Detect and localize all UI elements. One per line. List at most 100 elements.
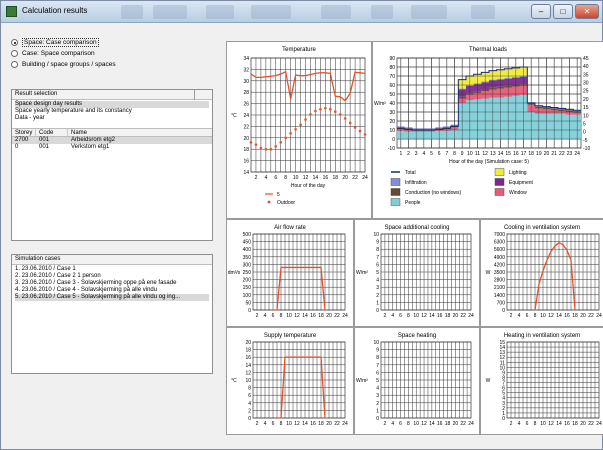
mode-option-label: Building / space groups / spaces — [22, 61, 116, 68]
x-tick-label: 24 — [342, 421, 348, 427]
y-tick-label: 0 — [502, 308, 505, 314]
y2-tick-label: 5 — [583, 121, 586, 127]
table-row[interactable]: 0 001 Verkstom etg1 — [12, 144, 212, 151]
legend-label: Conduction (no windows) — [405, 190, 461, 196]
chart-title: Thermal loads — [469, 47, 507, 53]
minimize-button[interactable]: – — [531, 4, 551, 19]
case-item[interactable]: 1. 23.06.2010 / Case 1 — [15, 266, 209, 273]
space_cooling-svg: Space additional cooling0123456789102 4 6 8… — [356, 225, 474, 319]
data-point — [269, 147, 273, 151]
x-tick-label: 16 — [564, 313, 570, 319]
x-tick-label: 16 — [323, 175, 329, 181]
data-point — [254, 143, 258, 146]
app-icon — [6, 6, 17, 17]
close-button[interactable]: ✕ — [575, 4, 599, 19]
mode-option-building[interactable]: Building / space groups / spaces — [11, 59, 217, 70]
data-point — [353, 126, 357, 129]
case-item[interactable]: 3. 23.06.2010 / Case 3 - Solavskjerming … — [15, 280, 209, 287]
x-tick-label: 18 — [572, 421, 578, 427]
x-tick-label: 24 — [342, 313, 348, 319]
y-tick-label: 26 — [243, 102, 249, 108]
data-point — [304, 118, 307, 121]
data-point — [249, 141, 253, 144]
y-tick-label: 0 — [248, 416, 251, 422]
data-point — [274, 145, 278, 148]
y-tick-label: 28 — [243, 90, 249, 96]
temperature-svg: Temperature14161820222426283032342 4 6 8 10 1… — [231, 47, 368, 206]
x-tick-label: 10 — [413, 313, 419, 319]
x-tick-label: 15 — [505, 151, 511, 157]
x-tick-label: 10 — [540, 313, 546, 319]
legend-swatch — [494, 188, 505, 196]
y-tick-label: 3 — [376, 285, 379, 291]
radio-icon[interactable] — [11, 50, 18, 57]
y-tick-label: 500 — [243, 232, 252, 238]
y-tick-label: 14 — [245, 363, 251, 369]
y-tick-label: 10 — [373, 340, 379, 346]
data-point — [363, 133, 367, 136]
x-tick-label: 24 — [596, 313, 602, 319]
x-tick-label: 8 — [534, 313, 537, 319]
x-tick-label: 14 — [556, 313, 562, 319]
result-item[interactable]: Space yearly temperature and its constan… — [15, 108, 209, 115]
result-item[interactable]: Data - year — [15, 115, 209, 122]
y-tick-label: 1 — [376, 408, 379, 414]
radio-icon[interactable] — [11, 39, 18, 46]
vent_heating-svg: Heating in ventilation system01234567891… — [486, 333, 602, 427]
y-axis-label: °C — [231, 113, 237, 119]
case-item[interactable]: 4. 23.06.2010 / Case 4 - Solavskjerming … — [15, 287, 209, 294]
y2-tick-label: 10 — [583, 113, 589, 119]
legend-swatch — [390, 188, 401, 196]
y-tick-label: 250 — [243, 270, 252, 276]
maximize-button[interactable]: □ — [553, 4, 573, 19]
x-tick-label: 20 — [580, 421, 586, 427]
cell-storey: 2700 — [15, 137, 29, 143]
y-axis-label: W — [486, 270, 491, 276]
cell-storey: 0 — [15, 144, 19, 150]
col-storey[interactable]: Storey — [12, 129, 36, 136]
col-name[interactable]: Name — [68, 129, 212, 136]
x-tick-label: 14 — [429, 421, 435, 427]
result-selection-header: Result selection — [12, 90, 212, 100]
mode-option-space-case[interactable]: Space: Case comparison — [11, 37, 217, 48]
x-tick-label: 16 — [564, 421, 570, 427]
y-tick-label: 12 — [245, 370, 251, 376]
x-tick-label: 12 — [421, 421, 427, 427]
x-tick-label: 20 — [580, 313, 586, 319]
x-tick-label: 10 — [413, 421, 419, 427]
y-tick-label: 2 — [376, 401, 379, 407]
mode-option-case-space[interactable]: Case: Space comparison — [11, 48, 217, 59]
result-selection-panel: Result selection Space design day result… — [11, 89, 213, 241]
case-item[interactable]: 2. 23.06.2010 / Case 2 1 person — [15, 273, 209, 280]
data-point — [284, 136, 287, 140]
x-tick-label: 4 — [391, 313, 394, 319]
x-tick-label: 3 — [415, 151, 418, 157]
title-bar[interactable]: Calculation results – □ ✕ — [1, 1, 602, 23]
x-tick-label: 22 — [334, 313, 340, 319]
x-tick-label: 8 — [407, 313, 410, 319]
y-tick-label: 32 — [243, 67, 249, 73]
y-tick-label: 8 — [376, 247, 379, 253]
radio-icon[interactable] — [11, 61, 18, 68]
x-tick-label: 16 — [310, 421, 316, 427]
y-tick-label: 200 — [243, 278, 252, 284]
result-item[interactable]: Space design day results — [15, 101, 209, 108]
x-tick-label: 2 — [256, 313, 259, 319]
data-point — [259, 146, 263, 150]
y-tick-label: 0 — [392, 137, 395, 143]
case-item[interactable]: 5. 23.06.2010 / Case 5 - Solavskjerming … — [15, 294, 209, 301]
table-row[interactable]: 2700 001 Arbeidsrom etg2 — [12, 137, 212, 144]
y-tick-label: 6 — [376, 370, 379, 376]
x-tick-label: 22 — [588, 421, 594, 427]
col-code[interactable]: Code — [36, 129, 68, 136]
vent_cooling-svg: Cooling in ventilation system07001400210… — [486, 225, 602, 319]
x-tick-label: 2 — [510, 313, 513, 319]
data-point — [333, 110, 337, 113]
x-tick-label: 2 — [384, 421, 387, 427]
space-cooling-chart: Space additional cooling 0 1 2 3 4 5 6 7 8 9 10 2 4 6 8… — [354, 219, 480, 327]
y-tick-label: 8 — [248, 386, 251, 392]
y-tick-label: 700 — [497, 300, 506, 306]
x-tick-label: 6 — [399, 313, 402, 319]
x-tick-label: 22 — [460, 313, 466, 319]
x-tick-label: 10 — [293, 175, 299, 181]
